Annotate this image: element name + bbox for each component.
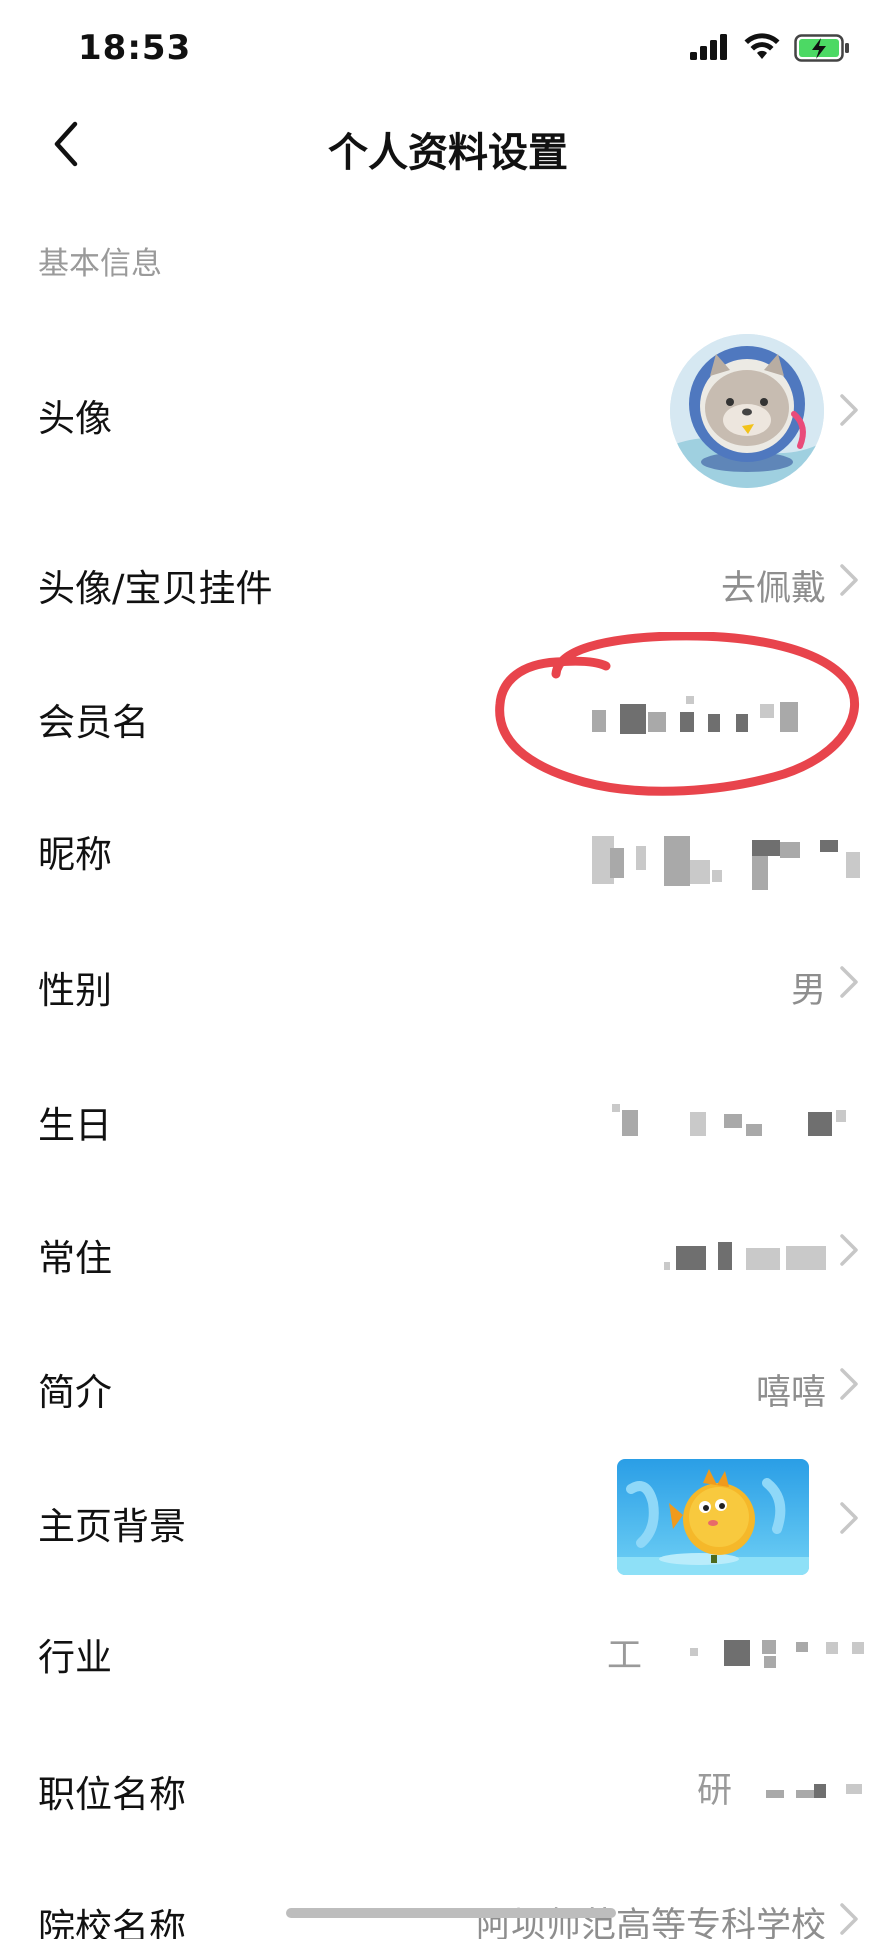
- gender-row[interactable]: 性别 男: [0, 930, 896, 1040]
- row-label: 昵称: [38, 833, 112, 876]
- cat-astronaut-avatar-image: [670, 334, 824, 488]
- birthday-row[interactable]: 生日: [0, 1065, 896, 1175]
- row-label: 性别: [38, 969, 112, 1012]
- row-label: 职位名称: [38, 1773, 186, 1816]
- homepage-background-thumbnail[interactable]: [617, 1459, 809, 1575]
- chevron-right-icon: [840, 1502, 858, 1534]
- chevron-right-icon: [840, 1903, 858, 1935]
- school-row[interactable]: 院校名称 阿坝师范高等专科学校: [0, 1865, 896, 1939]
- section-label-basic-info: 基本信息: [38, 246, 162, 282]
- row-label: 简介: [38, 1371, 112, 1414]
- wifi-icon: [744, 33, 780, 59]
- row-value-prefix: 工: [606, 1636, 642, 1676]
- row-label: 头像: [38, 397, 112, 440]
- fish-mascot-background-image: [617, 1459, 809, 1575]
- row-label: 院校名称: [38, 1906, 186, 1939]
- job-title-row[interactable]: 职位名称 研: [0, 1730, 896, 1845]
- row-value-prefix: 研: [696, 1771, 732, 1811]
- row-label: 头像/宝贝挂件: [38, 567, 273, 610]
- chevron-right-icon: [840, 394, 858, 426]
- nav-bar: 个人资料设置: [0, 100, 896, 190]
- chevron-right-icon: [840, 966, 858, 998]
- chevron-right-icon: [840, 564, 858, 596]
- row-value: 阿坝师范高等专科学校: [475, 1906, 826, 1939]
- row-value: 嘻嘻: [755, 1373, 826, 1413]
- home-indicator: [286, 1908, 616, 1918]
- row-value: 去佩戴: [720, 569, 826, 609]
- row-value: 男: [790, 971, 826, 1011]
- pendant-row[interactable]: 头像/宝贝挂件 去佩戴: [0, 530, 896, 640]
- status-bar: 18:53: [0, 0, 896, 96]
- bio-row[interactable]: 简介 嘻嘻: [0, 1330, 896, 1440]
- chevron-right-icon: [840, 1234, 858, 1266]
- chevron-right-icon: [840, 1368, 858, 1400]
- status-time: 18:53: [78, 28, 192, 68]
- row-label: 行业: [38, 1636, 112, 1679]
- cellular-signal-icon: [690, 34, 727, 60]
- row-label: 会员名: [38, 701, 149, 744]
- page-title: 个人资料设置: [328, 130, 568, 176]
- row-label: 常住: [38, 1237, 112, 1280]
- battery-charging-icon: [794, 34, 849, 62]
- row-label: 生日: [38, 1104, 112, 1147]
- row-label: 主页背景: [38, 1505, 186, 1548]
- avatar[interactable]: [670, 334, 824, 488]
